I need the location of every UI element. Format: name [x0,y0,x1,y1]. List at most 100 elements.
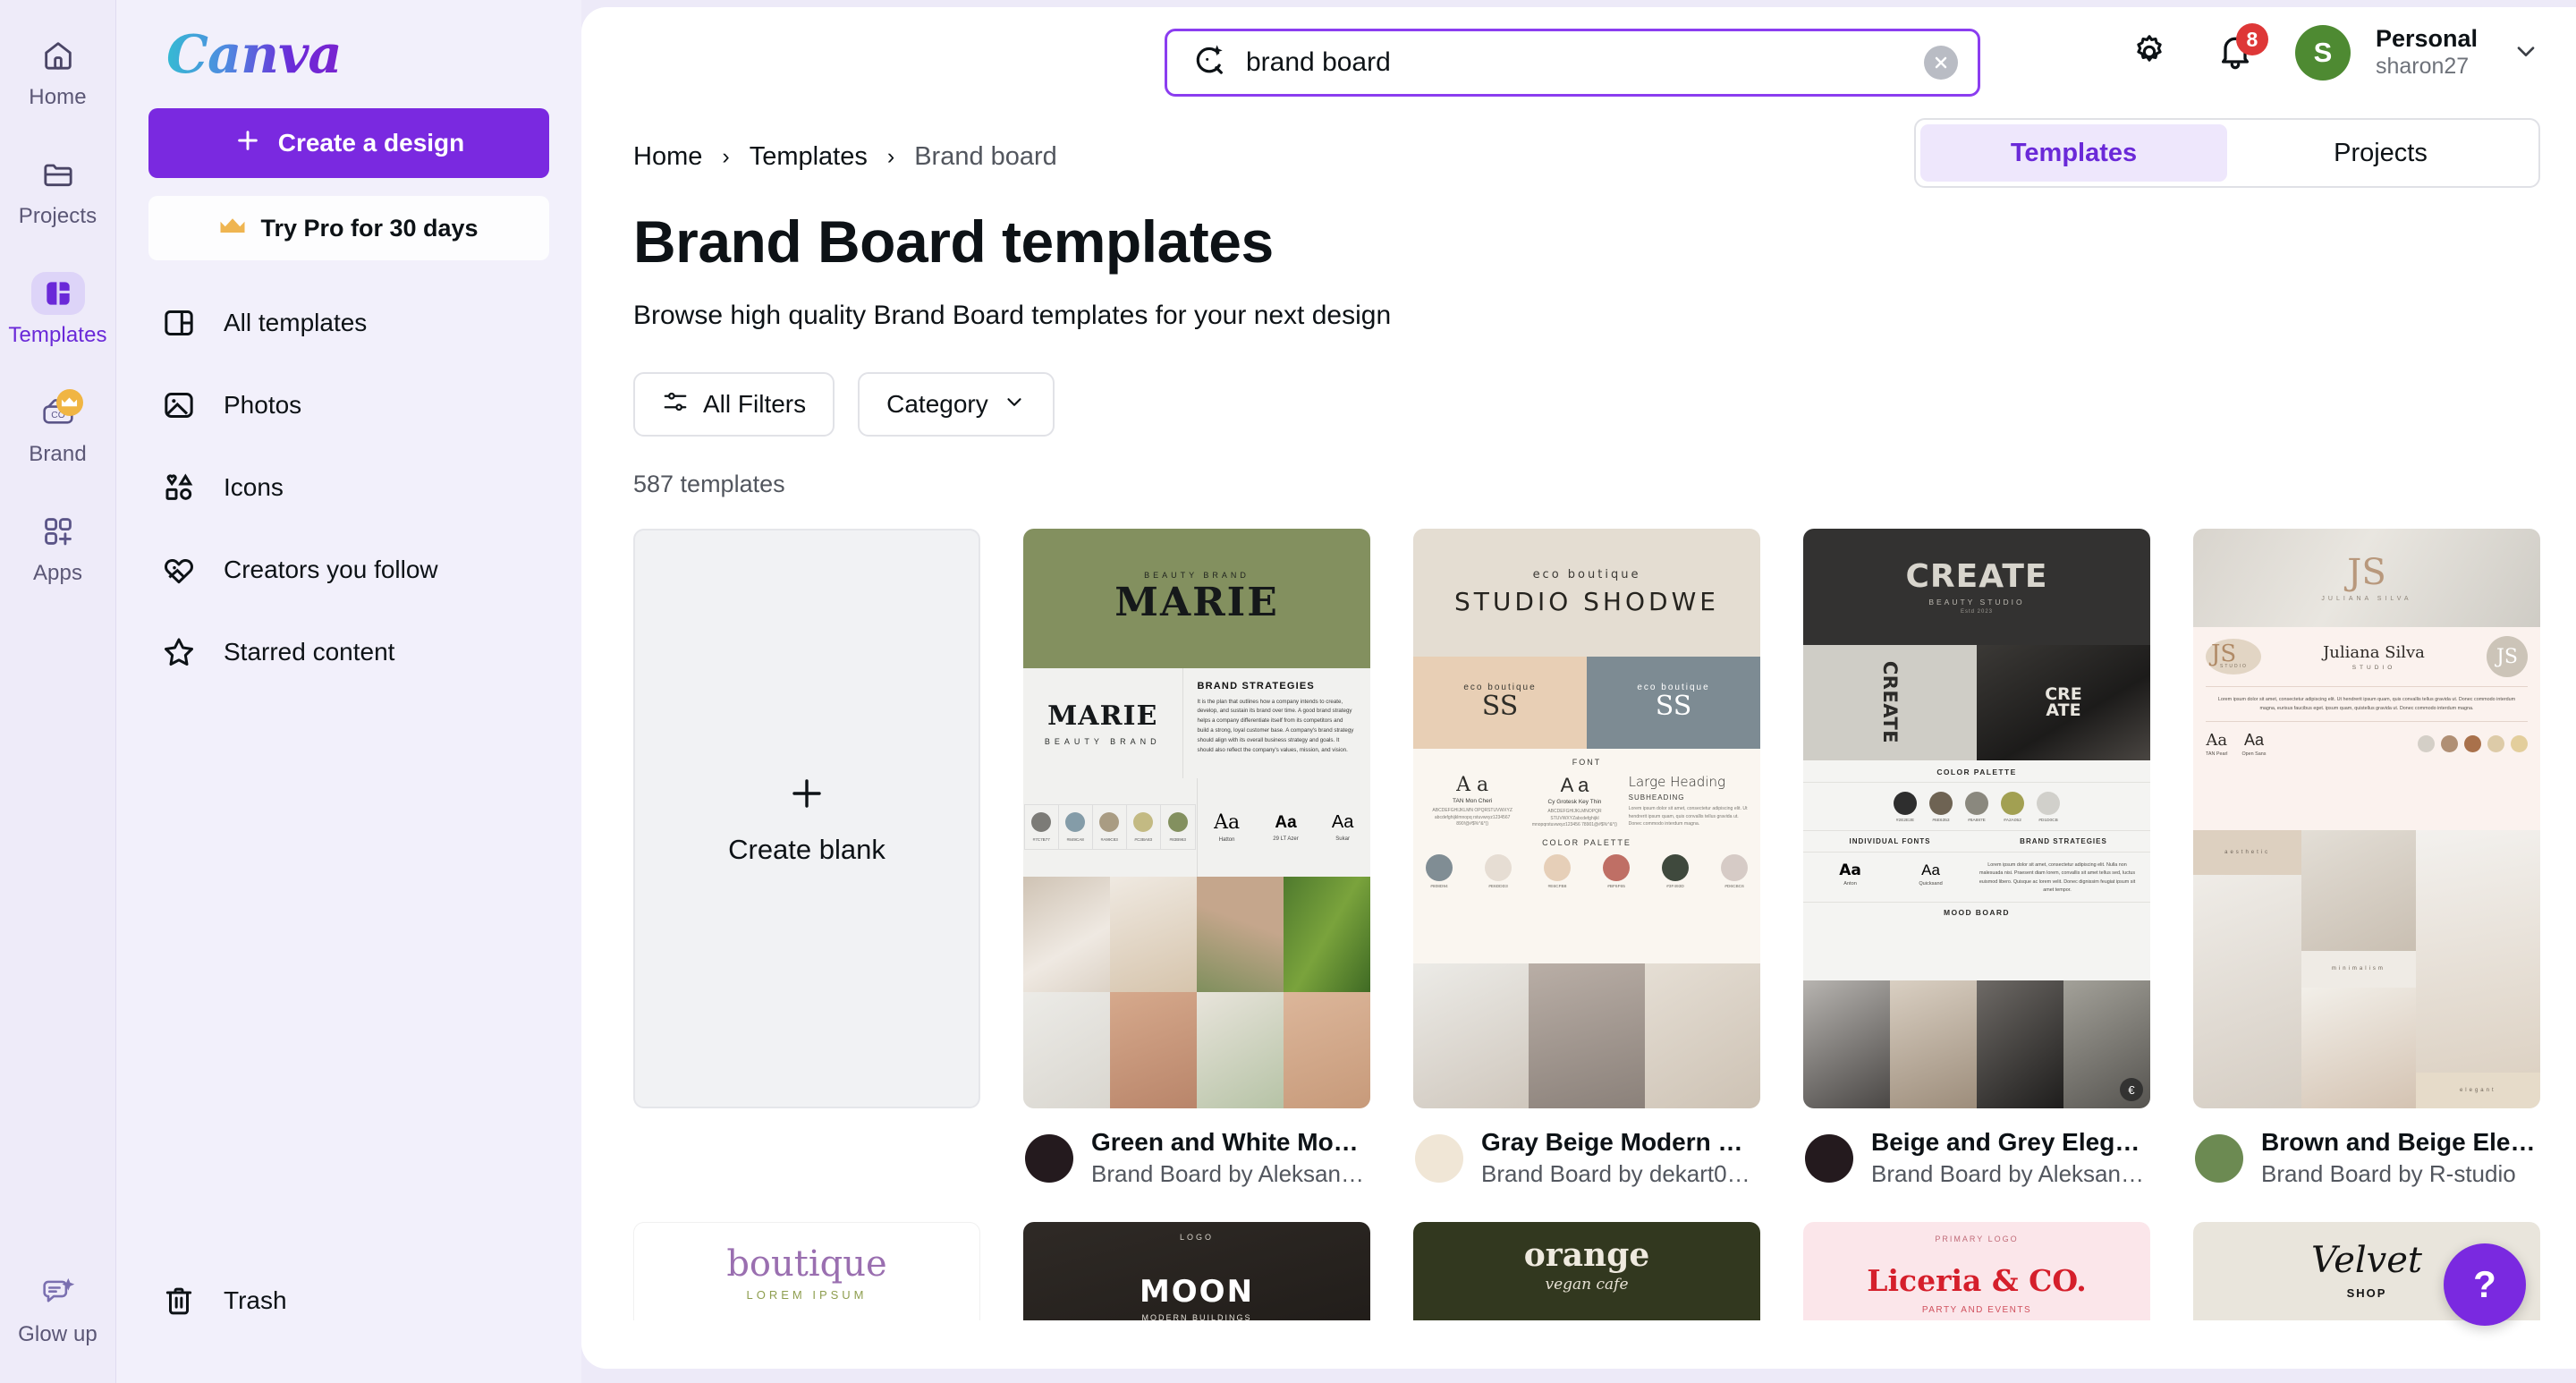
template-card[interactable]: eco boutique STUDIO SHODWE eco boutique … [1413,529,1760,1188]
template-label: PRIMARY LOGO [1935,1235,2019,1243]
account-username: sharon27 [2375,54,2470,80]
create-a-design-button[interactable]: Create a design [148,108,549,178]
top-bar: 8 S Personal sharon27 [581,7,2576,116]
category-label: Category [886,390,988,418]
plus-icon [233,126,262,161]
sliders-icon [662,388,689,421]
template-author: Brand Board by Aleksan… [1091,1160,1364,1187]
create-blank-thumbnail[interactable]: Create blank [633,529,980,1108]
template-tagline: LOREM IPSUM [746,1287,868,1302]
rail-item-home[interactable]: Home [8,23,108,119]
breadcrumb-item-templates[interactable]: Templates [750,142,868,172]
template-strategies-label: BRAND STRATEGIES [2020,837,2107,846]
category-dropdown[interactable]: Category [858,372,1055,437]
template-arc-text: eco boutique [1532,568,1641,582]
page-header: Brand Board templates Browse high qualit… [581,188,2576,498]
rail-item-label: Brand [29,442,87,466]
template-thumbnail[interactable]: eco boutique STUDIO SHODWE eco boutique … [1413,529,1760,1108]
sidebar-nav-list: All templates Photos Icons Creators you … [148,282,549,693]
sidebar-item-icons[interactable]: Icons [148,446,549,529]
crown-icon [219,215,246,242]
rail-item-projects[interactable]: Projects [8,142,108,238]
template-logo-variant: CREATE [1803,644,1977,761]
template-brand-name: Liceria & CO. [1867,1263,2087,1298]
result-count: 587 templates [633,471,785,497]
notifications-button[interactable]: 8 [2209,23,2268,79]
template-thumbnail[interactable]: CREATE BEAUTY STUDIO Estd 2023 CREATE CR… [1803,529,2150,1108]
avatar[interactable]: S [2294,25,2351,81]
top-right-controls: 8 S Personal sharon27 [2123,23,2540,81]
template-color-palette: #808D94 #E6DDD3 #E6CFB8 #BF6F65 #3F493D … [1424,853,1750,889]
search-input[interactable] [1246,47,1904,78]
template-logo-variant: eco boutique SS [1413,656,1587,750]
breadcrumb: Home › Templates › Brand board Templates… [581,116,2576,188]
template-color-palette [2418,735,2528,753]
chevron-down-icon[interactable] [2512,37,2540,70]
canva-logo[interactable]: Canva [148,16,343,94]
template-tagline: vegan cafe [1545,1276,1629,1294]
template-mood-board [1413,963,1760,1108]
tab-projects[interactable]: Projects [2227,124,2534,182]
template-author: Brand Board by Aleksan… [1871,1160,2144,1187]
sidebar-item-all-templates[interactable]: All templates [148,282,549,364]
create-blank-card[interactable]: Create blank [633,529,980,1188]
all-filters-button[interactable]: All Filters [633,372,835,437]
settings-button[interactable] [2123,27,2175,79]
template-card[interactable]: CREATE BEAUTY STUDIO Estd 2023 CREATE CR… [1803,529,2150,1188]
template-fonts-label: INDIVIDUAL FONTS [1849,837,1931,846]
rail-item-apps[interactable]: Apps [8,499,108,595]
rail-item-glow-up[interactable]: Glow up [8,1271,108,1347]
search-bar[interactable] [1165,29,1980,97]
sidebar-nav-panel: Canva Create a design Try Pro for 30 day… [116,0,581,1383]
help-button[interactable]: ? [2444,1243,2526,1326]
magic-search-icon [1191,43,1226,83]
crown-icon [55,389,83,416]
template-card[interactable]: JS JULIANA SILVA JS STUDIO Juliana Silva… [2193,529,2540,1188]
template-title: Brown and Beige Ele… [2261,1128,2536,1156]
brand-kit-icon: CO [31,389,85,434]
rail-item-templates[interactable]: Templates [8,261,108,357]
template-tagline: MODERN BUILDINGS [1141,1313,1252,1320]
tab-templates[interactable]: Templates [1920,124,2227,182]
rail-item-brand[interactable]: CO Brand [8,380,108,476]
clear-search-button[interactable] [1924,46,1958,80]
apps-grid-plus-icon [31,510,85,553]
template-section-title: BRAND STRATEGIES [1197,680,1315,692]
template-thumbnail[interactable]: BEAUTY BRAND MARIE MARIE BEAUTY BRAND BR… [1023,529,1370,1108]
sidebar-item-photos[interactable]: Photos [148,364,549,446]
heart-image-icon [159,550,199,590]
template-fonts: Aa TAN Pearl Aa Open Sans [2206,731,2267,758]
template-color-palette: #7C7B77 #849CA8 #A99C83 #C3BA83 #83B963 [1023,804,1196,851]
sidebar-item-creators-you-follow[interactable]: Creators you follow [148,529,549,611]
create-blank-label: Create blank [728,833,886,865]
template-brand-name: orange [1523,1236,1650,1274]
template-brand-name: Velvet [2310,1240,2423,1281]
gear-icon [2130,32,2169,74]
template-card[interactable]: BEAUTY BRAND MARIE MARIE BEAUTY BRAND BR… [1023,529,1370,1188]
breadcrumb-item-home[interactable]: Home [633,142,702,172]
rail-item-label: Glow up [18,1322,97,1346]
rail-item-label: Apps [32,561,83,585]
sidebar-item-trash[interactable]: Trash [148,1265,549,1336]
try-pro-button[interactable]: Try Pro for 30 days [148,196,549,260]
account-name: Personal [2375,25,2478,53]
account-info[interactable]: Personal sharon27 [2376,25,2478,80]
template-palette-label: COLOR PALETTE [1542,837,1631,847]
template-card[interactable]: LOGO MOON MODERN BUILDINGS [1023,1222,1370,1320]
template-logo-variant: CREATE [1977,644,2150,761]
author-avatar [1805,1133,1853,1183]
template-brand-name: Juliana Silva [2323,642,2425,662]
template-card[interactable]: orange vegan cafe [1413,1222,1760,1320]
template-thumbnail[interactable]: JS JULIANA SILVA JS STUDIO Juliana Silva… [2193,529,2540,1108]
template-card[interactable]: PRIMARY LOGO Liceria & CO. PARTY AND EVE… [1803,1222,2150,1320]
template-logo-header: CREATE BEAUTY STUDIO Estd 2023 [1803,529,2150,645]
folder-icon [31,153,85,196]
template-palette-label: COLOR PALETTE [1803,760,2150,784]
sidebar-item-starred-content[interactable]: Starred content [148,611,549,693]
template-brand-name: MARIE [1047,700,1158,732]
breadcrumb-separator: › [722,143,730,169]
template-brand-name: MARIE [1114,580,1279,626]
template-card[interactable]: boutique LOREM IPSUM [633,1222,980,1320]
page-subtitle: Browse high quality Brand Board template… [633,301,1392,330]
template-fonts: A a TAN Mon Cheri ABCDEFGHIJKLMN OPQRSTU… [1432,774,1748,828]
